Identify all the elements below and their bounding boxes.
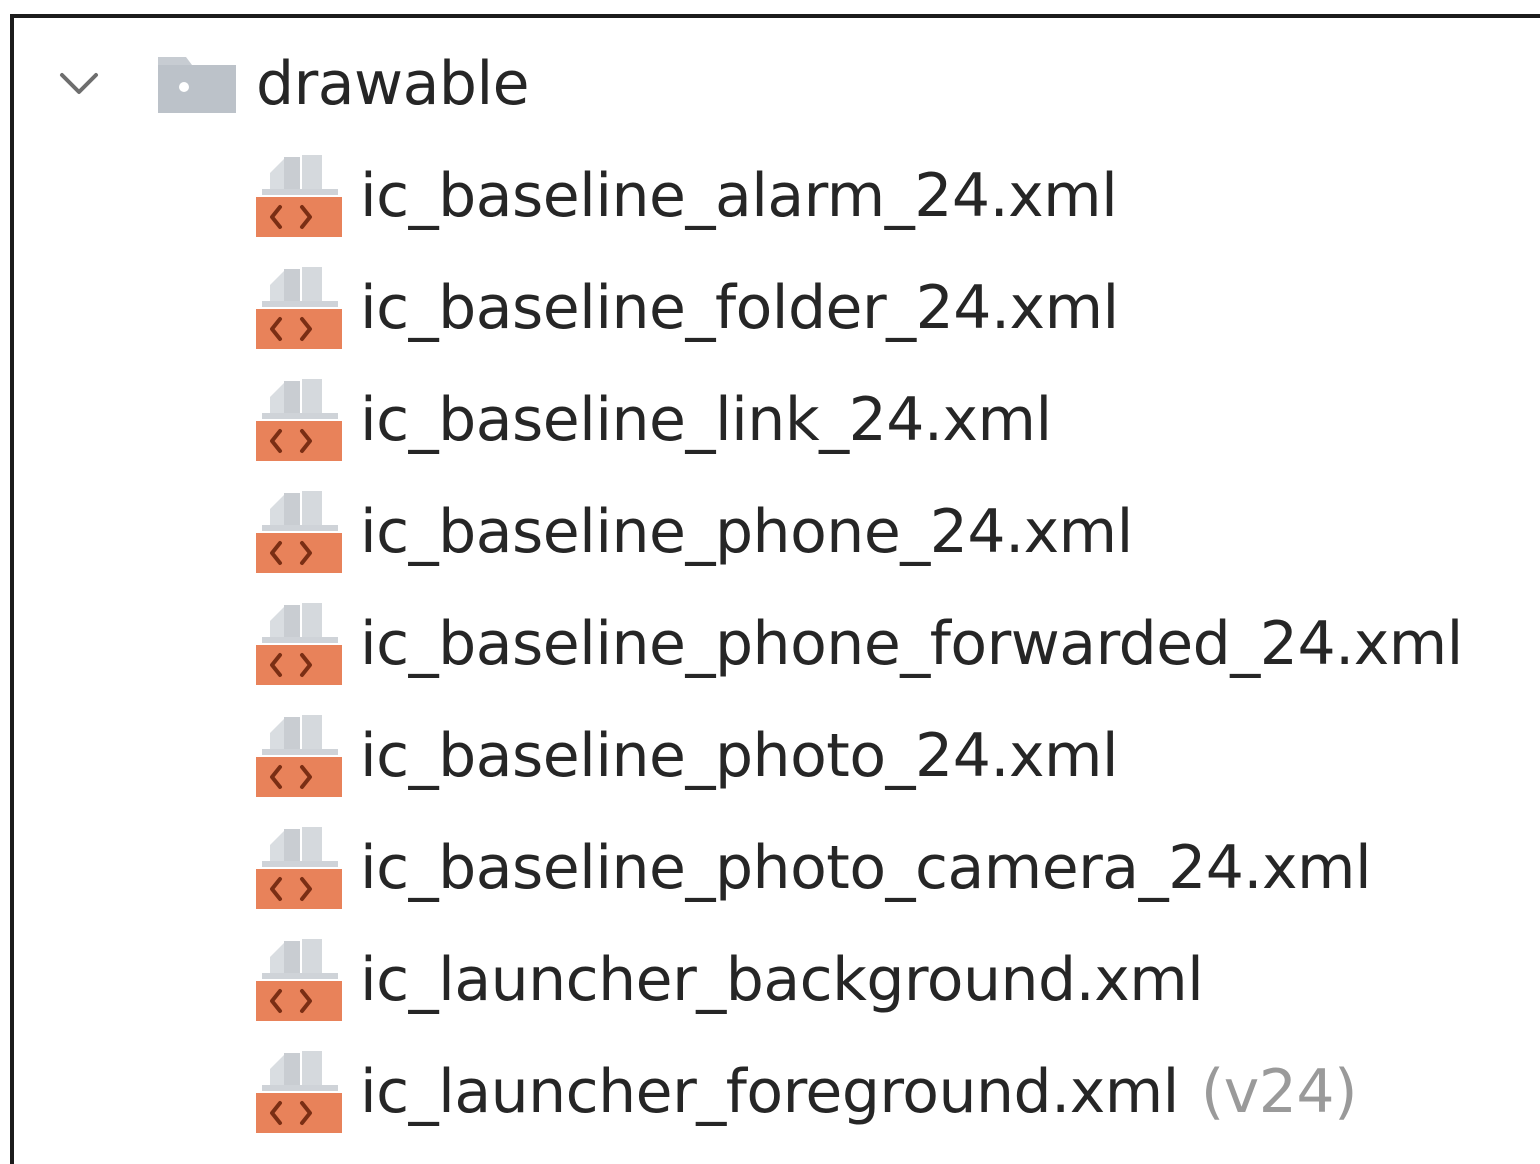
resource-qualifier: (v24) (1200, 1057, 1358, 1127)
folder-name: drawable (256, 49, 530, 119)
xml-drawable-icon (256, 825, 342, 911)
tree-file-item[interactable]: ic_baseline_folder_24.xml (256, 252, 1119, 364)
tree-file-item[interactable]: ic_baseline_photo_24.xml (256, 700, 1119, 812)
tree-node-drawable[interactable]: drawable (54, 28, 530, 140)
tree-file-item[interactable]: ic_launcher_background.xml (256, 924, 1204, 1036)
file-name: ic_launcher_background.xml (360, 945, 1204, 1015)
folder-icon (156, 53, 238, 115)
file-name: ic_baseline_folder_24.xml (360, 273, 1119, 343)
file-name: ic_baseline_phone_24.xml (360, 497, 1133, 567)
tree-file-item[interactable]: ic_baseline_alarm_24.xml (256, 140, 1118, 252)
file-name: ic_baseline_phone_forwarded_24.xml (360, 609, 1463, 679)
xml-drawable-icon (256, 713, 342, 799)
xml-drawable-icon (256, 937, 342, 1023)
chevron-down-icon[interactable] (54, 59, 104, 109)
xml-drawable-icon (256, 265, 342, 351)
tree-file-item[interactable]: ic_baseline_photo_camera_24.xml (256, 812, 1372, 924)
file-name: ic_baseline_photo_camera_24.xml (360, 833, 1372, 903)
xml-drawable-icon (256, 1049, 342, 1135)
xml-drawable-icon (256, 153, 342, 239)
file-name: ic_baseline_link_24.xml (360, 385, 1052, 455)
xml-drawable-icon (256, 489, 342, 575)
xml-drawable-icon (256, 377, 342, 463)
file-name: ic_launcher_foreground.xml (360, 1057, 1179, 1127)
tree-file-item[interactable]: ic_baseline_link_24.xml (256, 364, 1052, 476)
file-name: ic_baseline_photo_24.xml (360, 721, 1119, 791)
project-tree-panel: drawable ic_baseline_alarm_24.xml ic_base… (10, 14, 1540, 1164)
tree-file-item[interactable]: ic_baseline_phone_24.xml (256, 476, 1133, 588)
file-name: ic_baseline_alarm_24.xml (360, 161, 1118, 231)
tree-file-item[interactable]: ic_baseline_phone_forwarded_24.xml (256, 588, 1463, 700)
xml-drawable-icon (256, 601, 342, 687)
tree-file-item[interactable]: ic_launcher_foreground.xml (v24) (256, 1036, 1358, 1148)
